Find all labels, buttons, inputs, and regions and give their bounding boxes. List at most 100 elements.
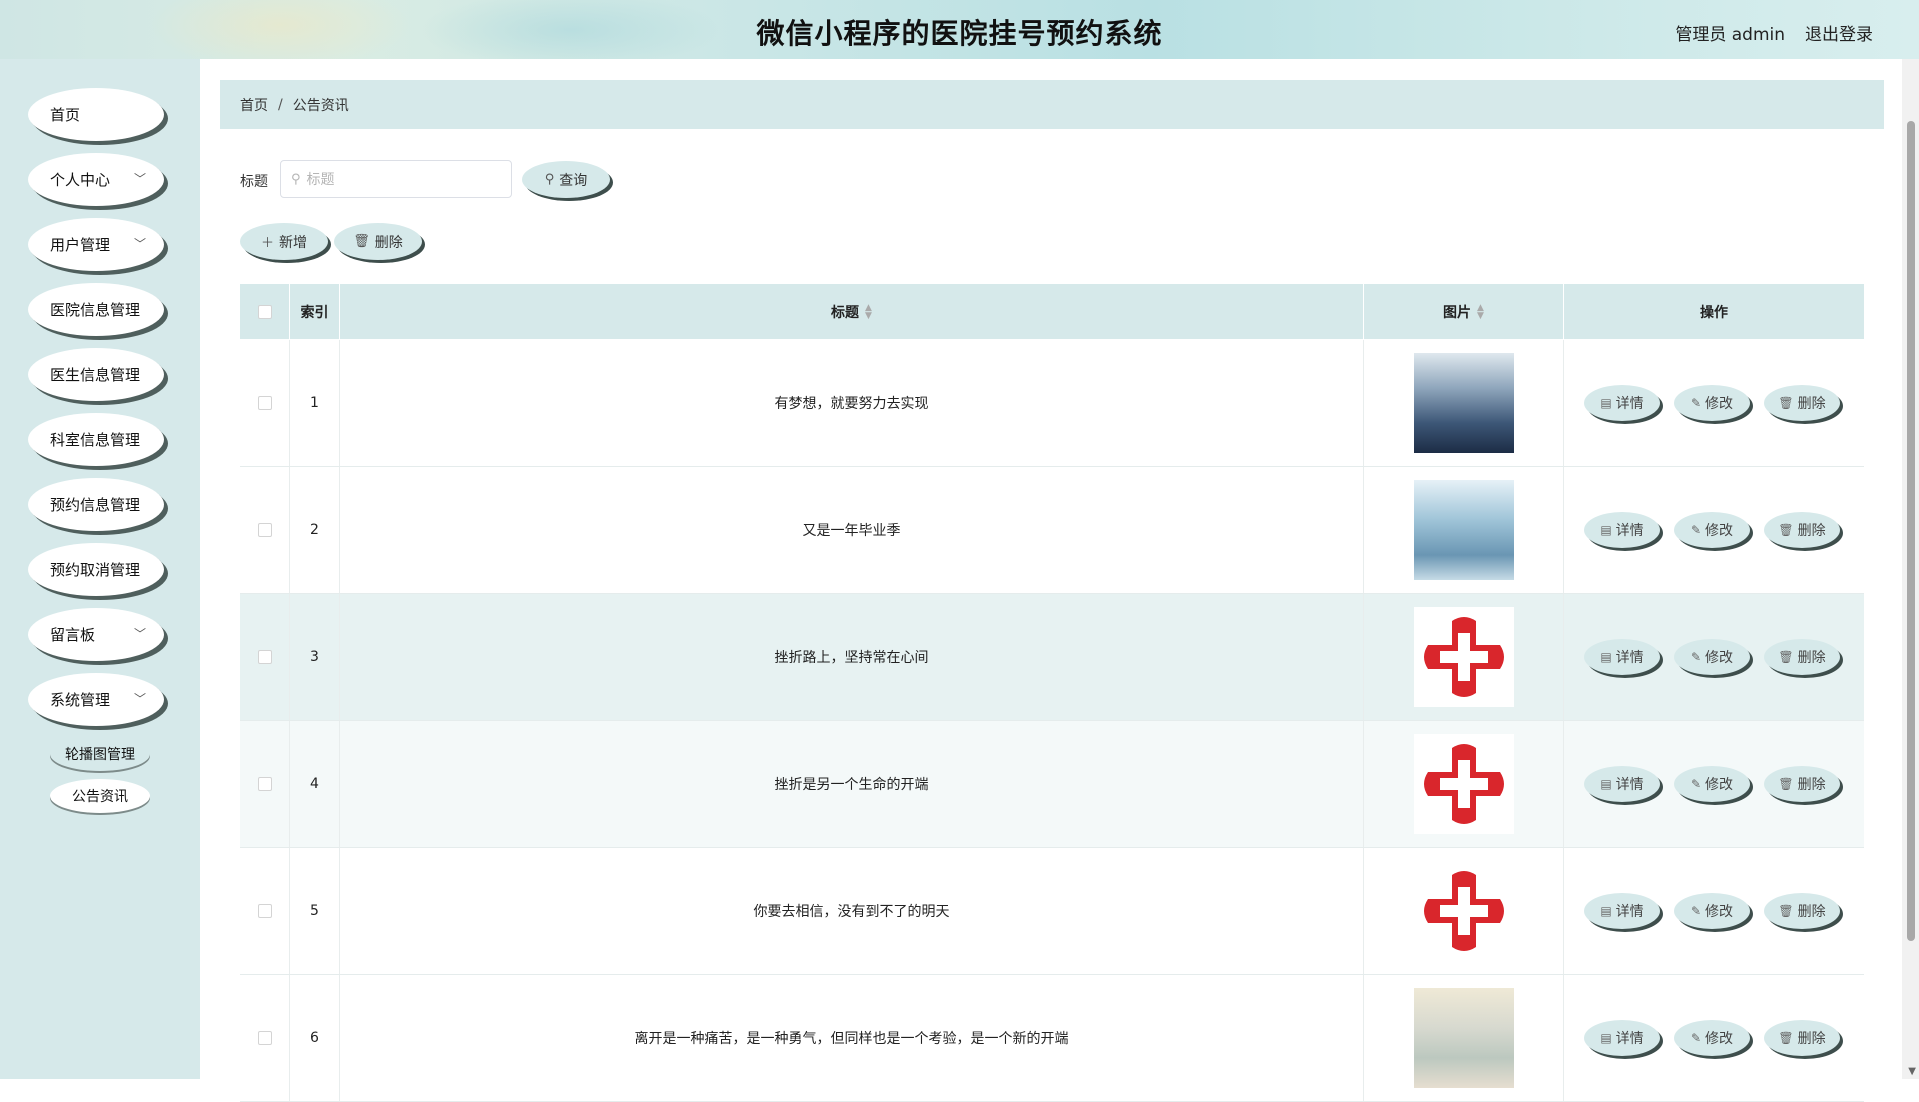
sidebar-item-personal-center[interactable]: 个人中心 ﹀ — [28, 153, 164, 206]
row-checkbox[interactable] — [257, 1031, 272, 1045]
scroll-down-arrow-icon[interactable]: ▼ — [1908, 1066, 1916, 1077]
add-button-label: 新增 — [279, 234, 307, 251]
sidebar-subitem-carousel[interactable]: 轮播图管理 — [50, 737, 150, 771]
chevron-down-icon: ﹀ — [133, 692, 146, 706]
row-image-cell — [1364, 721, 1564, 847]
select-all-checkbox[interactable] — [257, 304, 272, 319]
sidebar-item-home[interactable]: 首页 — [28, 88, 164, 141]
row-index-cell: 3 — [290, 594, 340, 720]
search-button-label: 查询 — [559, 172, 588, 189]
search-icon: ⚲ — [544, 172, 555, 187]
trash-icon: 🗑 — [1778, 523, 1794, 537]
edit-button[interactable]: ✎ 修改 — [1674, 1020, 1750, 1056]
detail-button[interactable]: ▤ 详情 — [1584, 1020, 1660, 1056]
sidebar-item-doctor-info[interactable]: 医生信息管理 — [28, 348, 164, 401]
sort-icon[interactable]: ▲ ▼ — [1477, 303, 1484, 320]
table-row[interactable]: 1 有梦想，就要努力去实现 ▤ 详情 ✎ 修改 🗑 删除 — [240, 340, 1864, 467]
edit-button[interactable]: ✎ 修改 — [1674, 893, 1750, 929]
search-input[interactable]: ⚲ 标题 — [280, 160, 512, 198]
sidebar-item-appointment-cancel[interactable]: 预约取消管理 — [28, 543, 164, 596]
search-icon: ⚲ — [291, 171, 301, 187]
row-checkbox[interactable] — [257, 523, 272, 537]
column-title-label: 标题 — [831, 304, 860, 321]
sidebar-item-system-management[interactable]: 系统管理 ﹀ — [28, 673, 164, 726]
row-checkbox[interactable] — [257, 904, 272, 918]
table-row[interactable]: 4 挫折是另一个生命的开端 ▤ 详情 ✎ 修改 🗑 删除 — [240, 721, 1864, 848]
delete-button[interactable]: 🗑 删除 — [1764, 512, 1840, 548]
scrollbar-thumb[interactable] — [1907, 121, 1915, 941]
delete-button[interactable]: 🗑 删除 — [1764, 639, 1840, 675]
edit-button[interactable]: ✎ 修改 — [1674, 639, 1750, 675]
row-checkbox[interactable] — [257, 650, 272, 664]
sidebar-item-label: 系统管理 — [50, 691, 111, 709]
column-image[interactable]: 图片 ▲ ▼ — [1364, 284, 1564, 339]
delete-button[interactable]: 🗑 删除 — [1764, 893, 1840, 929]
logout-link[interactable]: 退出登录 — [1805, 20, 1873, 45]
sidebar-item-user-management[interactable]: 用户管理 ﹀ — [28, 218, 164, 271]
document-icon: ▤ — [1600, 777, 1612, 791]
row-select-cell — [240, 848, 290, 974]
row-checkbox[interactable] — [257, 777, 272, 791]
row-title-cell: 你要去相信，没有到不了的明天 — [340, 848, 1364, 974]
edit-button-label: 修改 — [1705, 650, 1734, 666]
row-select-cell — [240, 975, 290, 1101]
delete-button[interactable]: 🗑 删除 — [1764, 1020, 1840, 1056]
row-checkbox[interactable] — [257, 396, 272, 410]
column-index: 索引 — [290, 284, 340, 339]
sort-icon[interactable]: ▲ ▼ — [865, 303, 872, 320]
trash-icon: 🗑 — [353, 234, 370, 249]
table-row[interactable]: 5 你要去相信，没有到不了的明天 ▤ 详情 ✎ 修改 🗑 删除 — [240, 848, 1864, 975]
breadcrumb-current: 公告资讯 — [292, 97, 349, 114]
row-select-cell — [240, 594, 290, 720]
edit-button[interactable]: ✎ 修改 — [1674, 766, 1750, 802]
breadcrumb-home[interactable]: 首页 — [240, 95, 268, 115]
row-actions-cell: ▤ 详情 ✎ 修改 🗑 删除 — [1564, 721, 1864, 847]
sidebar-item-appointment-info[interactable]: 预约信息管理 — [28, 478, 164, 531]
waiting-room-image — [1413, 353, 1514, 453]
row-select-cell — [240, 721, 290, 847]
sidebar-item-department-info[interactable]: 科室信息管理 — [28, 413, 164, 466]
sidebar-item-hospital-info[interactable]: 医院信息管理 — [28, 283, 164, 336]
row-title-cell: 离开是一种痛苦，是一种勇气，但同样也是一个考验，是一个新的开端 — [340, 975, 1364, 1101]
row-title: 有梦想，就要努力去实现 — [774, 396, 929, 412]
sidebar-item-message-board[interactable]: 留言板 ﹀ — [28, 608, 164, 661]
row-actions-cell: ▤ 详情 ✎ 修改 🗑 删除 — [1564, 975, 1864, 1101]
row-actions-cell: ▤ 详情 ✎ 修改 🗑 删除 — [1564, 340, 1864, 466]
row-image-cell — [1364, 594, 1564, 720]
add-button[interactable]: ＋ 新增 — [240, 223, 328, 260]
chevron-down-icon: ﹀ — [133, 237, 146, 251]
sidebar-item-label: 留言板 — [50, 626, 96, 644]
detail-button[interactable]: ▤ 详情 — [1584, 766, 1660, 802]
edit-button[interactable]: ✎ 修改 — [1674, 385, 1750, 421]
row-title: 挫折路上，坚持常在心间 — [774, 650, 929, 666]
row-image-cell — [1364, 467, 1564, 593]
batch-delete-button[interactable]: 🗑 删除 — [334, 223, 422, 260]
detail-button[interactable]: ▤ 详情 — [1584, 639, 1660, 675]
detail-button[interactable]: ▤ 详情 — [1584, 893, 1660, 929]
delete-button[interactable]: 🗑 删除 — [1764, 385, 1840, 421]
row-index: 6 — [310, 1030, 319, 1046]
detail-button-label: 详情 — [1615, 1031, 1644, 1047]
row-index: 2 — [310, 522, 319, 538]
delete-button-label: 删除 — [1797, 396, 1826, 412]
column-title[interactable]: 标题 ▲ ▼ — [340, 284, 1364, 339]
row-actions-cell: ▤ 详情 ✎ 修改 🗑 删除 — [1564, 467, 1864, 593]
detail-button[interactable]: ▤ 详情 — [1584, 512, 1660, 548]
table-row[interactable]: 6 离开是一种痛苦，是一种勇气，但同样也是一个考验，是一个新的开端 ▤ 详情 ✎ 修改 🗑 删… — [240, 975, 1864, 1102]
search-button[interactable]: ⚲ 查询 — [522, 161, 610, 198]
edit-button[interactable]: ✎ 修改 — [1674, 512, 1750, 548]
scrollbar[interactable]: ▼ — [1902, 59, 1919, 1079]
app-title: 微信小程序的医院挂号预约系统 — [756, 17, 1163, 50]
delete-button[interactable]: 🗑 删除 — [1764, 766, 1840, 802]
row-index: 5 — [310, 903, 319, 919]
chevron-down-icon: ﹀ — [133, 627, 146, 641]
trash-icon: 🗑 — [1778, 396, 1794, 410]
row-index: 4 — [310, 776, 319, 792]
red-cross-logo-image — [1413, 861, 1514, 961]
table-row[interactable]: 3 挫折路上，坚持常在心间 ▤ 详情 ✎ 修改 🗑 删除 — [240, 594, 1864, 721]
detail-button[interactable]: ▤ 详情 — [1584, 385, 1660, 421]
row-title: 挫折是另一个生命的开端 — [774, 777, 929, 793]
sidebar-subitem-announcements[interactable]: 公告资讯 — [50, 779, 150, 813]
table-row[interactable]: 2 又是一年毕业季 ▤ 详情 ✎ 修改 🗑 删除 — [240, 467, 1864, 594]
trash-icon: 🗑 — [1778, 1031, 1794, 1045]
